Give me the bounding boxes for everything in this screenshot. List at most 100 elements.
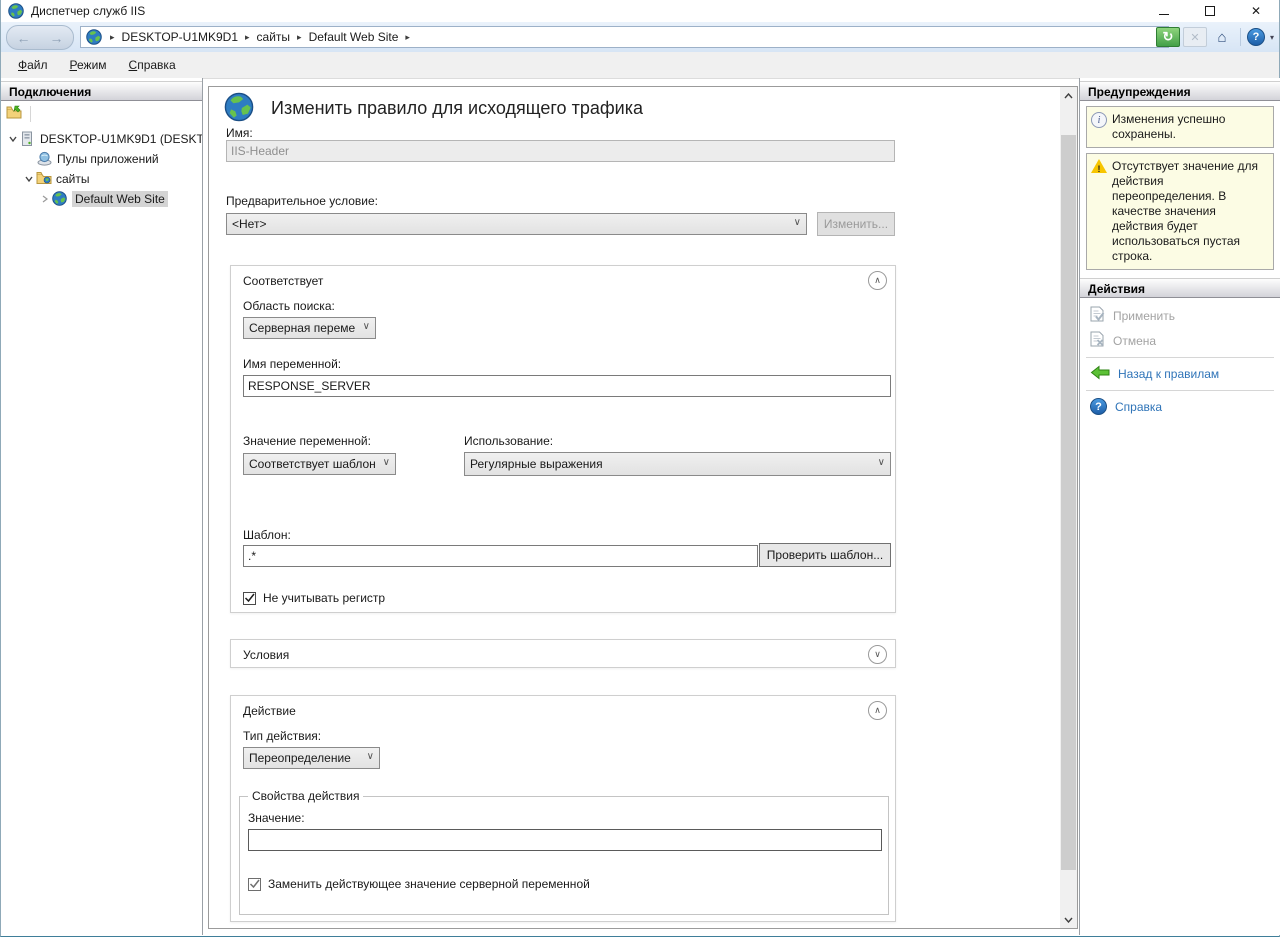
connections-header: Подключения [1,81,202,101]
warning-alert: ! Отсутствует значение для действия пере… [1086,153,1274,270]
connections-tree: DESKTOP-U1MK9D1 (DESKTOP Пулы приложений… [1,129,202,209]
scroll-down-button[interactable] [1060,911,1077,928]
page-globe-icon [224,92,254,122]
operation-select[interactable]: Соответствует шаблону ∨ [243,453,396,475]
help-button[interactable]: ? [1247,28,1265,46]
crumb-sites[interactable]: сайты [253,30,295,44]
cancel-action: Отмена [1080,328,1280,353]
scope-select[interactable]: Серверная переменн ∨ [243,317,376,339]
scroll-up-button[interactable] [1060,87,1077,104]
minimize-button[interactable] [1141,0,1187,22]
ignore-case-checkbox[interactable] [243,592,256,605]
scope-label: Область поиска: [243,299,335,313]
chevron-up-icon: ∧ [874,705,881,716]
crumb-default-web-site[interactable]: Default Web Site [305,30,403,44]
menu-bar: Файл Режим Справка [1,52,1279,79]
back-icon[interactable]: ← [17,31,31,45]
crumb-separator-icon: ▸ [294,32,305,43]
action-properties-title: Свойства действия [248,789,363,803]
tree-item-default-web-site[interactable]: Default Web Site [1,189,202,209]
connections-pane: Подключения DESKTOP-U1MK9D1 (DESKTOP Пул… [1,78,203,935]
collapse-section-button[interactable]: ∧ [868,701,887,720]
back-to-rules-link[interactable]: Назад к правилам [1080,362,1280,386]
chevron-down-icon: ∨ [878,457,885,468]
chevron-collapsed-icon[interactable] [38,194,52,204]
tree-item-server[interactable]: DESKTOP-U1MK9D1 (DESKTOP [1,129,202,149]
using-select[interactable]: Регулярные выражения ∨ [464,452,891,476]
close-icon: ✕ [1251,4,1261,18]
vertical-scrollbar[interactable] [1060,87,1077,928]
actions-separator [1086,390,1274,391]
tree-item-app-pools[interactable]: Пулы приложений [1,149,202,169]
forward-icon[interactable]: → [50,31,64,45]
actions-list: Применить Отмена Назад к правилам ? Спра… [1080,298,1280,420]
scrollbar-thumb[interactable] [1061,135,1076,870]
edit-outbound-rule-page: Изменить правило для исходящего трафика … [208,86,1078,929]
tree-item-label: Пулы приложений [57,152,159,166]
chevron-down-icon: ∨ [794,217,801,228]
chevron-expanded-icon[interactable] [22,174,36,184]
server-icon [20,131,36,147]
actions-separator [1086,357,1274,358]
warning-alert-text: Отсутствует значение для действия переоп… [1112,159,1269,264]
value-field[interactable] [248,829,882,851]
back-to-rules-label: Назад к правилам [1118,367,1219,381]
menu-view[interactable]: Режим [59,54,118,76]
variable-name-field[interactable] [243,375,891,397]
warning-glyph: ! [1098,162,1101,177]
crumb-server[interactable]: DESKTOP-U1MK9D1 [118,30,242,44]
home-icon: ⌂ [1217,30,1226,45]
home-button[interactable]: ⌂ [1210,27,1234,47]
warning-icon: ! [1091,159,1107,264]
cancel-icon [1090,331,1105,350]
replace-value-row: Заменить действующее значение серверной … [248,877,590,891]
precondition-select[interactable]: <Нет> ∨ [226,213,807,235]
crumb-separator-icon: ▸ [402,32,413,43]
action-type-select[interactable]: Переопределение ∨ [243,747,380,769]
actions-header: Действия [1080,278,1280,298]
variable-name-label: Имя переменной: [243,357,341,371]
conditions-section: Условия ∨ [230,639,896,668]
info-glyph: i [1098,113,1101,128]
back-arrow-icon [1090,365,1110,383]
refresh-button[interactable]: ↻ [1156,27,1180,47]
info-alert-text: Изменения успешно сохранены. [1112,112,1269,142]
info-alert: i Изменения успешно сохранены. [1086,106,1274,148]
precondition-label: Предварительное условие: [226,194,378,208]
tree-item-sites[interactable]: сайты [1,169,202,189]
toolbar-separator [30,106,31,122]
refresh-icon: ↻ [1163,29,1174,45]
sites-folder-icon [36,171,52,187]
stop-icon: ✕ [1190,31,1199,44]
pattern-field[interactable] [243,545,758,567]
menu-file[interactable]: Файл [7,54,59,76]
replace-value-label: Заменить действующее значение серверной … [268,877,590,891]
action-section-title: Действие [243,704,296,718]
chevron-expanded-icon[interactable] [6,134,20,144]
expand-section-button[interactable]: ∨ [868,645,887,664]
save-connection-icon[interactable] [6,105,23,124]
help-caret-icon[interactable]: ▾ [1270,33,1274,42]
tree-item-label: DESKTOP-U1MK9D1 (DESKTOP [40,132,202,146]
tree-item-label: сайты [56,172,90,186]
breadcrumb[interactable]: ▸ DESKTOP-U1MK9D1 ▸ сайты ▸ Default Web … [80,26,1169,48]
tree-item-label-selected: Default Web Site [72,191,168,207]
close-button[interactable]: ✕ [1233,0,1279,22]
name-label: Имя: [226,126,253,140]
window-title: Диспетчер служб IIS [31,4,145,18]
menu-help[interactable]: Справка [118,54,187,76]
chevron-down-icon: ∨ [874,649,881,660]
crumb-separator-icon: ▸ [242,32,253,43]
operation-label: Значение переменной: [243,434,371,448]
replace-value-checkbox[interactable] [248,878,261,891]
scroll-down-icon [1064,915,1073,925]
action-type-value: Переопределение [249,751,351,765]
test-pattern-button[interactable]: Проверить шаблон... [759,543,891,567]
crumb-separator-icon: ▸ [107,32,118,43]
scroll-up-icon [1064,91,1073,101]
collapse-section-button[interactable]: ∧ [868,271,887,290]
help-icon: ? [1090,398,1107,415]
right-pane: Предупреждения i Изменения успешно сохра… [1079,78,1280,935]
help-link[interactable]: ? Справка [1080,395,1280,418]
restore-button[interactable] [1187,0,1233,22]
